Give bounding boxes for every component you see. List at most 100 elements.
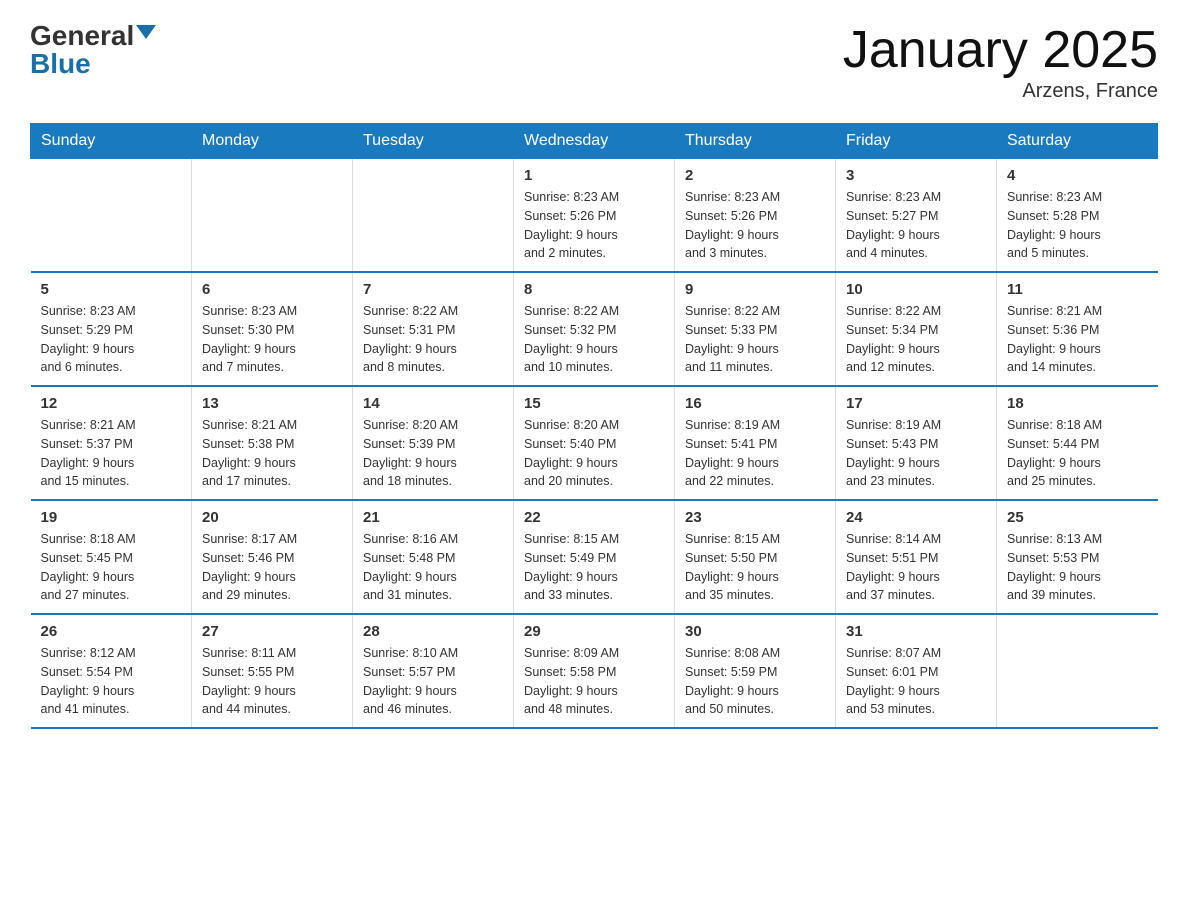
title-block: January 2025 Arzens, France [843, 20, 1158, 103]
calendar-day-cell: 10Sunrise: 8:22 AM Sunset: 5:34 PM Dayli… [836, 272, 997, 386]
calendar-day-header: Wednesday [514, 124, 675, 159]
day-info: Sunrise: 8:22 AM Sunset: 5:32 PM Dayligh… [524, 302, 664, 377]
day-number: 21 [363, 509, 503, 526]
day-info: Sunrise: 8:22 AM Sunset: 5:31 PM Dayligh… [363, 302, 503, 377]
day-number: 11 [1007, 281, 1148, 298]
day-info: Sunrise: 8:15 AM Sunset: 5:49 PM Dayligh… [524, 530, 664, 605]
day-number: 30 [685, 623, 825, 640]
day-number: 25 [1007, 509, 1148, 526]
day-number: 22 [524, 509, 664, 526]
page-header: General Blue January 2025 Arzens, France [30, 20, 1158, 103]
day-number: 16 [685, 395, 825, 412]
day-number: 24 [846, 509, 986, 526]
day-number: 17 [846, 395, 986, 412]
day-info: Sunrise: 8:19 AM Sunset: 5:41 PM Dayligh… [685, 416, 825, 491]
day-number: 19 [41, 509, 182, 526]
calendar-day-cell [353, 159, 514, 273]
month-title: January 2025 [843, 20, 1158, 80]
day-info: Sunrise: 8:09 AM Sunset: 5:58 PM Dayligh… [524, 644, 664, 719]
day-number: 18 [1007, 395, 1148, 412]
day-info: Sunrise: 8:21 AM Sunset: 5:37 PM Dayligh… [41, 416, 182, 491]
location: Arzens, France [843, 80, 1158, 103]
calendar-day-cell: 27Sunrise: 8:11 AM Sunset: 5:55 PM Dayli… [192, 614, 353, 728]
day-info: Sunrise: 8:17 AM Sunset: 5:46 PM Dayligh… [202, 530, 342, 605]
calendar-day-cell: 25Sunrise: 8:13 AM Sunset: 5:53 PM Dayli… [997, 500, 1158, 614]
calendar-day-cell: 24 Sunrise: 8:14 AM Sunset: 5:51 PM Dayli… [836, 500, 997, 614]
day-number: 6 [202, 281, 342, 298]
calendar-day-cell: 30 Sunrise: 8:08 AM Sunset: 5:59 PM Dayli… [675, 614, 836, 728]
calendar-day-cell: 2Sunrise: 8:23 AM Sunset: 5:26 PM Daylig… [675, 159, 836, 273]
day-info: Sunrise: 8:19 AM Sunset: 5:43 PM Dayligh… [846, 416, 986, 491]
calendar-day-cell: 7 Sunrise: 8:22 AM Sunset: 5:31 PM Daylig… [353, 272, 514, 386]
calendar-day-cell: 18 Sunrise: 8:18 AM Sunset: 5:44 PM Dayli… [997, 386, 1158, 500]
calendar-day-header: Sunday [31, 124, 192, 159]
calendar-week-row: 19 Sunrise: 8:18 AM Sunset: 5:45 PM Dayli… [31, 500, 1158, 614]
day-info: Sunrise: 8:22 AM Sunset: 5:33 PM Dayligh… [685, 302, 825, 377]
day-number: 8 [524, 281, 664, 298]
calendar-day-cell: 8 Sunrise: 8:22 AM Sunset: 5:32 PM Daylig… [514, 272, 675, 386]
calendar-day-cell [997, 614, 1158, 728]
calendar-day-cell: 11 Sunrise: 8:21 AM Sunset: 5:36 PM Dayli… [997, 272, 1158, 386]
calendar-table: SundayMondayTuesdayWednesdayThursdayFrid… [30, 123, 1158, 729]
calendar-day-cell: 31 Sunrise: 8:07 AM Sunset: 6:01 PM Dayli… [836, 614, 997, 728]
day-info: Sunrise: 8:21 AM Sunset: 5:36 PM Dayligh… [1007, 302, 1148, 377]
day-number: 3 [846, 167, 986, 184]
day-info: Sunrise: 8:16 AM Sunset: 5:48 PM Dayligh… [363, 530, 503, 605]
calendar-day-cell: 13 Sunrise: 8:21 AM Sunset: 5:38 PM Dayli… [192, 386, 353, 500]
day-number: 28 [363, 623, 503, 640]
day-number: 23 [685, 509, 825, 526]
calendar-day-cell: 3Sunrise: 8:23 AM Sunset: 5:27 PM Daylig… [836, 159, 997, 273]
calendar-day-cell: 6Sunrise: 8:23 AM Sunset: 5:30 PM Daylig… [192, 272, 353, 386]
calendar-day-cell: 19 Sunrise: 8:18 AM Sunset: 5:45 PM Dayli… [31, 500, 192, 614]
day-number: 13 [202, 395, 342, 412]
day-number: 20 [202, 509, 342, 526]
day-number: 26 [41, 623, 182, 640]
day-number: 4 [1007, 167, 1148, 184]
day-info: Sunrise: 8:15 AM Sunset: 5:50 PM Dayligh… [685, 530, 825, 605]
day-info: Sunrise: 8:10 AM Sunset: 5:57 PM Dayligh… [363, 644, 503, 719]
calendar-day-cell: 16 Sunrise: 8:19 AM Sunset: 5:41 PM Dayli… [675, 386, 836, 500]
calendar-day-cell: 1 Sunrise: 8:23 AM Sunset: 5:26 PM Daylig… [514, 159, 675, 273]
day-number: 1 [524, 167, 664, 184]
calendar-day-cell: 4 Sunrise: 8:23 AM Sunset: 5:28 PM Daylig… [997, 159, 1158, 273]
calendar-day-header: Tuesday [353, 124, 514, 159]
day-number: 12 [41, 395, 182, 412]
calendar-header-row: SundayMondayTuesdayWednesdayThursdayFrid… [31, 124, 1158, 159]
calendar-day-cell: 21 Sunrise: 8:16 AM Sunset: 5:48 PM Dayli… [353, 500, 514, 614]
calendar-week-row: 1 Sunrise: 8:23 AM Sunset: 5:26 PM Daylig… [31, 159, 1158, 273]
day-number: 9 [685, 281, 825, 298]
calendar-week-row: 5Sunrise: 8:23 AM Sunset: 5:29 PM Daylig… [31, 272, 1158, 386]
calendar-day-header: Monday [192, 124, 353, 159]
calendar-day-cell: 28 Sunrise: 8:10 AM Sunset: 5:57 PM Dayli… [353, 614, 514, 728]
calendar-day-cell: 29Sunrise: 8:09 AM Sunset: 5:58 PM Dayli… [514, 614, 675, 728]
day-info: Sunrise: 8:11 AM Sunset: 5:55 PM Dayligh… [202, 644, 342, 719]
calendar-day-cell: 12 Sunrise: 8:21 AM Sunset: 5:37 PM Dayli… [31, 386, 192, 500]
day-info: Sunrise: 8:18 AM Sunset: 5:45 PM Dayligh… [41, 530, 182, 605]
day-info: Sunrise: 8:14 AM Sunset: 5:51 PM Dayligh… [846, 530, 986, 605]
day-number: 5 [41, 281, 182, 298]
calendar-day-cell [192, 159, 353, 273]
day-info: Sunrise: 8:08 AM Sunset: 5:59 PM Dayligh… [685, 644, 825, 719]
day-number: 7 [363, 281, 503, 298]
calendar-day-header: Saturday [997, 124, 1158, 159]
calendar-day-cell: 5Sunrise: 8:23 AM Sunset: 5:29 PM Daylig… [31, 272, 192, 386]
logo: General Blue [30, 20, 156, 80]
calendar-day-cell: 9 Sunrise: 8:22 AM Sunset: 5:33 PM Daylig… [675, 272, 836, 386]
calendar-day-header: Thursday [675, 124, 836, 159]
calendar-day-cell: 14 Sunrise: 8:20 AM Sunset: 5:39 PM Dayli… [353, 386, 514, 500]
day-info: Sunrise: 8:21 AM Sunset: 5:38 PM Dayligh… [202, 416, 342, 491]
day-info: Sunrise: 8:20 AM Sunset: 5:39 PM Dayligh… [363, 416, 503, 491]
day-info: Sunrise: 8:23 AM Sunset: 5:28 PM Dayligh… [1007, 188, 1148, 263]
calendar-day-cell: 20 Sunrise: 8:17 AM Sunset: 5:46 PM Dayli… [192, 500, 353, 614]
calendar-day-cell: 26 Sunrise: 8:12 AM Sunset: 5:54 PM Dayli… [31, 614, 192, 728]
calendar-day-header: Friday [836, 124, 997, 159]
day-info: Sunrise: 8:18 AM Sunset: 5:44 PM Dayligh… [1007, 416, 1148, 491]
day-info: Sunrise: 8:12 AM Sunset: 5:54 PM Dayligh… [41, 644, 182, 719]
day-info: Sunrise: 8:07 AM Sunset: 6:01 PM Dayligh… [846, 644, 986, 719]
day-number: 14 [363, 395, 503, 412]
calendar-week-row: 26 Sunrise: 8:12 AM Sunset: 5:54 PM Dayli… [31, 614, 1158, 728]
day-number: 15 [524, 395, 664, 412]
day-number: 31 [846, 623, 986, 640]
day-info: Sunrise: 8:23 AM Sunset: 5:26 PM Dayligh… [524, 188, 664, 263]
day-number: 2 [685, 167, 825, 184]
